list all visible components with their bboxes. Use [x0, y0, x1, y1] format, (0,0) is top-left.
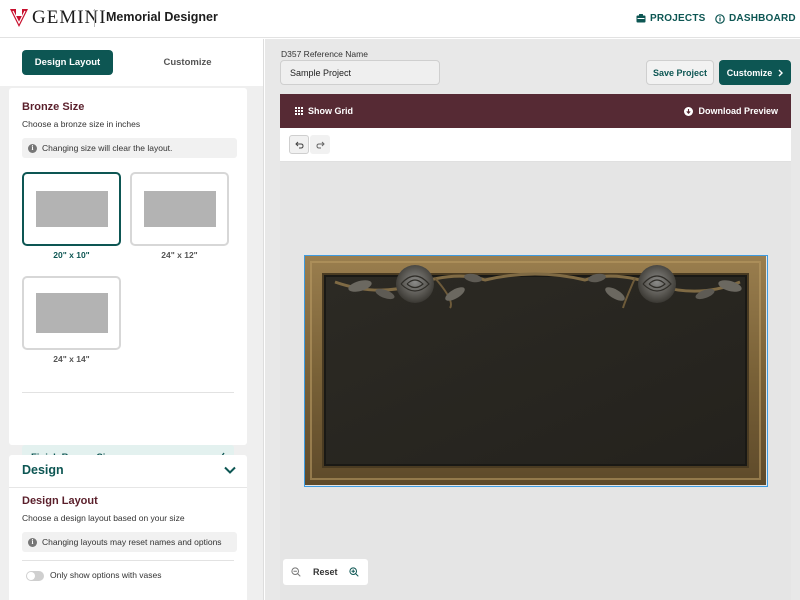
size-option-label: 24" x 12" [161, 250, 198, 260]
chevron-right-icon [778, 69, 784, 76]
design-section-header[interactable]: Design [22, 463, 64, 477]
left-panel: Design Layout Customize Bronze Size Choo… [0, 39, 264, 600]
design-layout-subtitle: Choose a design layout based on your siz… [22, 513, 185, 523]
show-grid-label: Show Grid [308, 106, 353, 116]
reference-name-input[interactable] [280, 60, 440, 85]
size-option-24x14[interactable] [22, 276, 121, 350]
top-bar: GEMINI Memorial Designer PROJECTS DASHBO… [0, 0, 800, 38]
nav-dashboard-link[interactable]: DASHBOARD [715, 13, 796, 24]
folder-icon [636, 14, 646, 23]
panel-tabs: Design Layout Customize [0, 39, 263, 86]
bronze-size-subtitle: Choose a bronze size in inches [22, 119, 141, 129]
canvas-toolbar: Show Grid Download Preview [280, 94, 791, 128]
logo-text: GEMINI [32, 7, 107, 28]
info-icon: i [28, 143, 37, 153]
logo-arrow-icon [10, 9, 28, 27]
download-preview-button[interactable]: Download Preview [684, 106, 778, 116]
size-option-20x10[interactable] [22, 172, 121, 246]
reset-zoom-button[interactable]: Reset [313, 567, 338, 577]
design-card: Design Design Layout Choose a design lay… [9, 455, 247, 600]
undo-button[interactable] [289, 135, 309, 154]
history-toolbar [280, 128, 791, 162]
bronze-size-card: Bronze Size Choose a bronze size in inch… [9, 88, 247, 470]
tab-design-layout[interactable]: Design Layout [22, 50, 113, 75]
design-canvas: Show Grid Download Preview Reset [280, 94, 791, 600]
zoom-controls: Reset [283, 559, 368, 585]
divider [22, 560, 234, 561]
zoom-in-icon[interactable] [349, 567, 359, 577]
gemini-logo[interactable]: GEMINI [8, 7, 107, 29]
customize-button[interactable]: Customize [719, 60, 791, 85]
size-notice-text: Changing size will clear the layout. [42, 143, 173, 153]
reference-name-label: D357 Reference Name [281, 49, 368, 59]
design-layout-title: Design Layout [22, 495, 98, 507]
size-option-label: 24" x 14" [53, 354, 90, 364]
redo-icon [315, 141, 325, 148]
info-circle-icon [715, 13, 725, 24]
info-icon: i [28, 537, 37, 547]
tab-customize[interactable]: Customize [140, 50, 235, 75]
plate-preview [36, 293, 108, 333]
chevron-down-icon[interactable] [224, 466, 236, 474]
save-project-button[interactable]: Save Project [646, 60, 714, 85]
redo-button[interactable] [310, 135, 330, 154]
size-option-label: 20" x 10" [53, 250, 90, 260]
header-divider [94, 9, 95, 27]
download-preview-label: Download Preview [698, 106, 778, 116]
plate-preview [36, 191, 108, 227]
bronze-size-title: Bronze Size [22, 101, 85, 113]
vases-toggle-label: Only show options with vases [50, 570, 162, 580]
layout-notice-text: Changing layouts may reset names and opt… [42, 537, 222, 547]
nav-projects-link[interactable]: PROJECTS [636, 13, 706, 24]
bronze-plaque-preview[interactable] [304, 255, 768, 487]
plaque-image [305, 256, 766, 485]
download-icon [684, 106, 694, 116]
undo-icon [294, 141, 304, 148]
divider [9, 487, 247, 488]
nav-dashboard-label: DASHBOARD [729, 13, 796, 24]
show-grid-button[interactable]: Show Grid [295, 106, 353, 116]
size-option-24x12[interactable] [130, 172, 229, 246]
plate-preview [144, 191, 216, 227]
app-title: Memorial Designer [106, 10, 218, 24]
layout-notice: i Changing layouts may reset names and o… [22, 532, 237, 552]
vases-toggle[interactable] [26, 571, 44, 581]
zoom-out-icon[interactable] [291, 567, 301, 577]
size-notice: i Changing size will clear the layout. [22, 138, 237, 158]
workspace: D357 Reference Name Save Project Customi… [265, 39, 800, 600]
customize-button-label: Customize [726, 67, 773, 78]
nav-projects-label: PROJECTS [650, 13, 706, 24]
grid-icon [295, 107, 303, 115]
divider [22, 392, 234, 393]
